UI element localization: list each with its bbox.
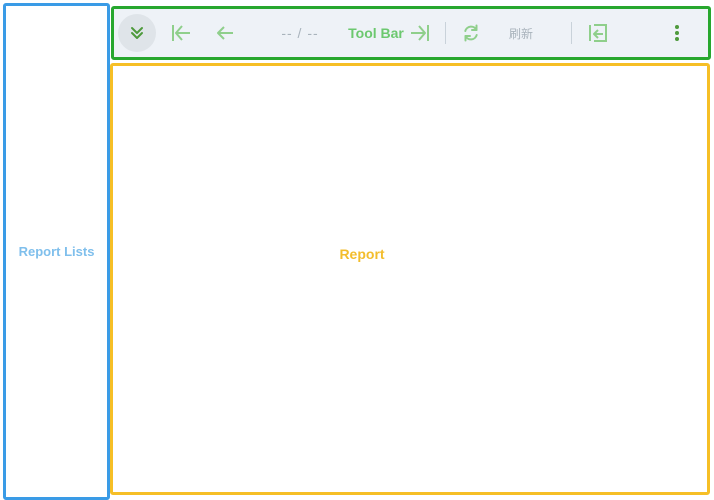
refresh-label[interactable]: 刷新 [506, 9, 536, 57]
refresh-button[interactable] [457, 9, 485, 57]
collapse-button[interactable] [118, 14, 156, 52]
chevrons-down-icon [131, 27, 143, 39]
report-label: Report [339, 246, 385, 262]
page-indicator: -- / -- [281, 25, 319, 41]
previous-page-icon [217, 26, 233, 40]
last-page-icon [411, 25, 429, 41]
toolbar: -- / -- Tool Bar 刷新 [111, 6, 711, 60]
first-page-icon [172, 25, 190, 41]
app-window: Report Lists -- / -- Tool Bar 刷新 Report [0, 0, 714, 500]
more-vertical-icon [675, 25, 679, 41]
toolbar-title: Tool Bar [348, 25, 404, 41]
report-lists-label: Report Lists [18, 244, 95, 259]
export-icon [589, 24, 607, 42]
toolbar-divider [445, 22, 446, 44]
export-button[interactable] [584, 9, 612, 57]
last-page-button[interactable] [406, 9, 434, 57]
more-options-button[interactable] [663, 9, 691, 57]
report-lists-panel[interactable]: Report Lists [3, 3, 110, 500]
report-area[interactable]: Report [110, 63, 710, 495]
first-page-button[interactable] [167, 9, 195, 57]
refresh-icon [464, 24, 478, 42]
previous-page-button[interactable] [211, 9, 239, 57]
toolbar-divider [571, 22, 572, 44]
